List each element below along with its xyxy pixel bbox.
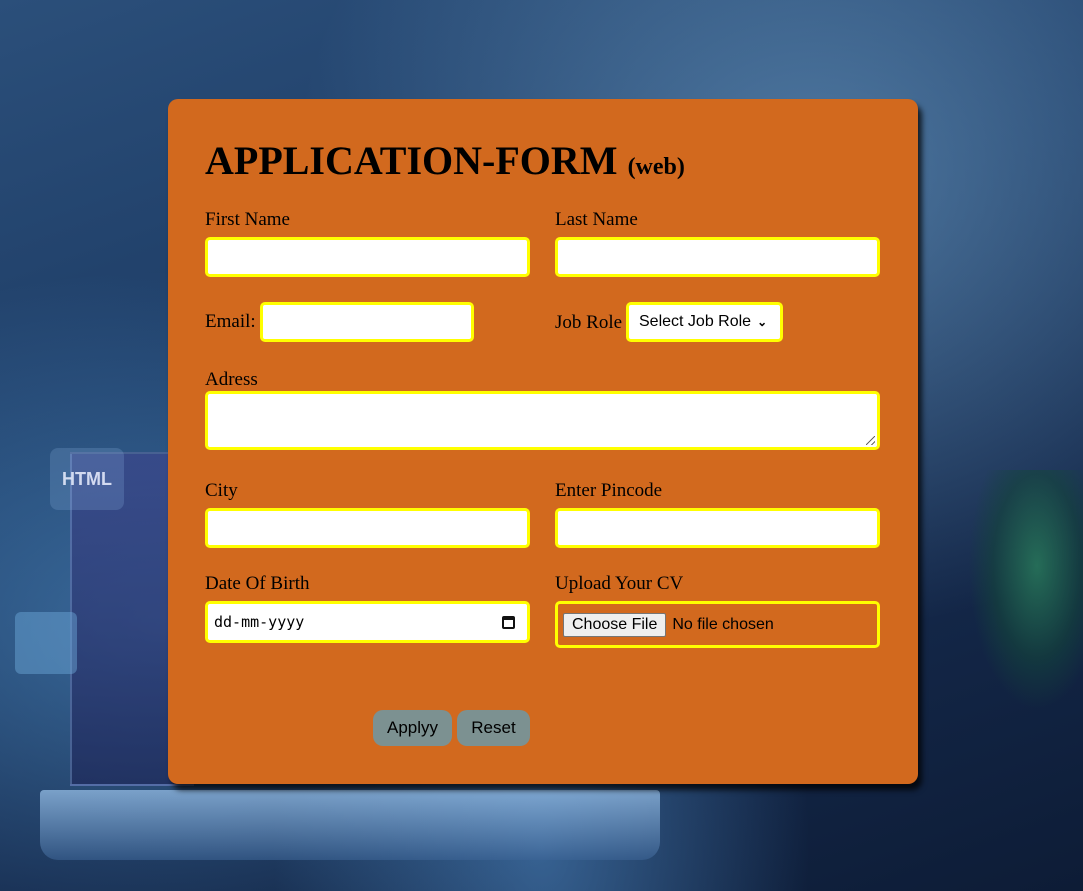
dob-label: Date Of Birth — [205, 573, 310, 594]
first-name-input[interactable] — [205, 237, 530, 277]
address-label: Adress — [205, 369, 258, 390]
application-form-card: APPLICATION-FORM (web) First Name Last N… — [168, 99, 918, 784]
last-name-label: Last Name — [555, 209, 638, 230]
job-role-select[interactable]: Select Job Role ⌄ — [626, 302, 783, 342]
address-textarea[interactable] — [205, 391, 880, 450]
cv-file-input[interactable]: Choose File No file chosen — [555, 601, 880, 648]
email-input[interactable] — [260, 302, 474, 342]
apply-button[interactable]: Applyy — [373, 710, 452, 746]
chevron-down-icon: ⌄ — [757, 315, 768, 329]
last-name-input[interactable] — [555, 237, 880, 277]
pincode-input[interactable] — [555, 508, 880, 548]
dob-input[interactable]: dd-mm-yyyy — [205, 601, 530, 643]
first-name-label: First Name — [205, 209, 290, 230]
job-role-label: Job Role — [555, 312, 623, 333]
city-input[interactable] — [205, 508, 530, 548]
background-laptop-keyboard — [40, 790, 660, 860]
cv-label: Upload Your CV — [555, 573, 684, 594]
form-title: APPLICATION-FORM (web) — [205, 137, 685, 191]
background-plant — [968, 470, 1083, 710]
background-html-badge: HTML — [50, 448, 124, 510]
email-label: Email: — [205, 311, 256, 332]
mail-icon — [15, 612, 77, 674]
dob-placeholder: dd-mm-yyyy — [214, 613, 305, 631]
form-title-text: APPLICATION-FORM — [205, 138, 618, 183]
pincode-label: Enter Pincode — [555, 480, 663, 501]
background-code-left — [0, 140, 130, 164]
reset-button[interactable]: Reset — [457, 710, 530, 746]
calendar-icon[interactable] — [502, 615, 515, 629]
file-status-text: No file chosen — [672, 615, 774, 633]
form-title-suffix: (web) — [627, 154, 685, 180]
choose-file-button[interactable]: Choose File — [563, 612, 667, 637]
city-label: City — [205, 480, 238, 501]
job-role-selected-value: Select Job Role — [639, 313, 752, 330]
resize-handle-icon[interactable] — [866, 436, 875, 445]
